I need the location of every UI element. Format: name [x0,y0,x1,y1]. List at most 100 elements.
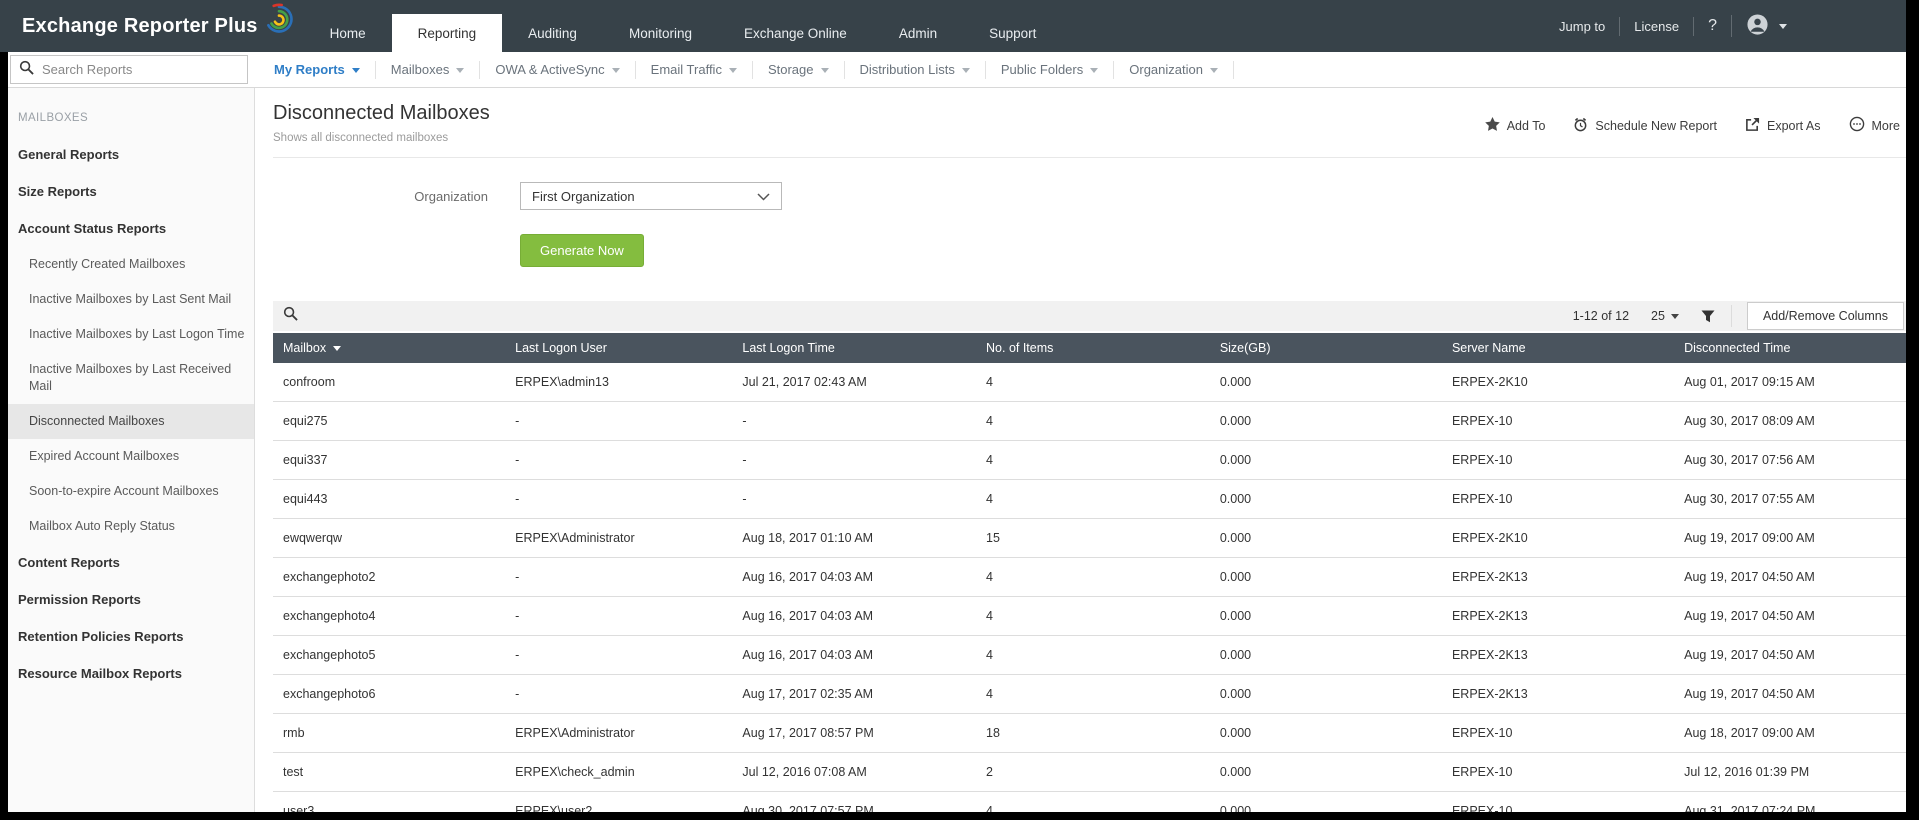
more-button[interactable]: More [1849,116,1900,135]
jump-to-link[interactable]: Jump to [1545,16,1621,36]
sidebar-item-inactive-mailboxes-by-last-sent-mail[interactable]: Inactive Mailboxes by Last Sent Mail [0,282,254,317]
organization-select[interactable]: First Organization [520,182,782,210]
sidebar-item-retention-policies-reports[interactable]: Retention Policies Reports [0,618,254,655]
table-body: confroom ERPEX\admin13 Jul 21, 2017 02:43 … [273,363,1908,820]
cell-size-gb: 0.000 [1209,752,1442,792]
tab-exchange-online[interactable]: Exchange Online [718,14,873,52]
star-icon [1484,117,1500,134]
report-header: Disconnected Mailboxes Shows all disconn… [273,88,1908,144]
subnav-item-public-folders[interactable]: Public Folders [986,60,1115,79]
cell-last-logon-user: - [505,596,733,636]
column-header-size-gb[interactable]: Size(GB) [1209,333,1442,363]
cell-disconnected-time: Jul 12, 2016 01:39 PM [1674,752,1908,792]
export-as-button[interactable]: Export As [1745,117,1821,135]
add-remove-columns-button[interactable]: Add/Remove Columns [1746,302,1904,330]
subnav-item-my-reports[interactable]: My Reports [259,60,376,79]
sidebar-item-inactive-mailboxes-by-last-logon-time[interactable]: Inactive Mailboxes by Last Logon Time [0,317,254,352]
sidebar-item-recently-created-mailboxes[interactable]: Recently Created Mailboxes [0,247,254,282]
cell-last-logon-user: - [505,401,733,441]
sidebar-item-permission-reports[interactable]: Permission Reports [0,581,254,618]
schedule-new-report-button[interactable]: Schedule New Report [1573,117,1717,135]
cell-last-logon-time: Jul 21, 2017 02:43 AM [732,363,977,402]
column-header-no-of-items[interactable]: No. of Items [976,333,1210,363]
page-subtitle: Shows all disconnected mailboxes [273,132,449,144]
cell-size-gb: 0.000 [1209,674,1442,714]
content-area: MAILBOXES General Reports Size Reports Acc… [0,88,1919,820]
subnav-item-distribution-lists[interactable]: Distribution Lists [845,60,986,79]
sidebar-item-account-status-reports[interactable]: Account Status Reports [0,210,254,247]
license-link[interactable]: License [1620,16,1695,36]
cell-no-of-items: 4 [976,596,1210,636]
add-to-button[interactable]: Add To [1484,117,1546,134]
tab-home[interactable]: Home [304,14,392,52]
user-menu[interactable] [1732,11,1801,41]
report-table-area: 1-12 of 12 25 Add/Remove Columns Mailbox… [273,301,1908,820]
subnav-item-label: OWA & ActiveSync [495,62,605,77]
filter-button[interactable] [1701,310,1715,323]
more-icon [1849,116,1865,135]
subnav-item-label: Storage [767,62,814,77]
cell-last-logon-time: - [732,440,977,480]
search-input[interactable] [42,62,239,77]
sidebar-item-content-reports[interactable]: Content Reports [0,544,254,581]
sidebar-item-inactive-mailboxes-by-last-received-mail[interactable]: Inactive Mailboxes by Last Received Mail [0,352,254,404]
sidebar-report-list: General Reports Size Reports Account Statu… [0,136,254,692]
report-actions: Add To Schedule New Report Export As More [1484,102,1908,135]
column-header-last-logon-user[interactable]: Last Logon User [505,333,733,363]
cell-mailbox: exchangephoto4 [273,596,506,636]
sidebar-item-general-reports[interactable]: General Reports [0,136,254,173]
table-search-icon[interactable] [283,306,298,326]
table-header-row: Mailbox Last Logon User Last Logon Time No.… [273,333,1908,363]
sidebar-item-mailbox-auto-reply-status[interactable]: Mailbox Auto Reply Status [0,509,254,544]
cell-mailbox: exchangephoto6 [273,674,506,714]
sidebar-item-expired-account-mailboxes[interactable]: Expired Account Mailboxes [0,439,254,474]
subnav-item-storage[interactable]: Storage [753,60,845,79]
screenshot-right-edge [1906,0,1919,820]
organization-label: Organization [414,188,488,204]
column-header-mailbox[interactable]: Mailbox [273,333,506,363]
cell-server-name: ERPEX-10 [1441,479,1675,519]
cell-mailbox: equi275 [273,401,506,441]
brand-logo: Exchange Reporter Plus [0,0,294,52]
toolbar-separator [1730,305,1732,327]
tab-admin[interactable]: Admin [873,14,963,52]
table-row: confroom ERPEX\admin13 Jul 21, 2017 02:43 … [273,363,1908,402]
cell-last-logon-time: - [732,401,977,441]
tab-monitoring[interactable]: Monitoring [603,14,718,52]
page-size-dropdown[interactable]: 25 [1651,309,1679,323]
sidebar-item-soon-to-expire-account-mailboxes[interactable]: Soon-to-expire Account Mailboxes [0,474,254,509]
cell-last-logon-time: Aug 16, 2017 04:03 AM [732,596,977,636]
help-icon[interactable]: ? [1694,15,1732,37]
cell-server-name: ERPEX-2K10 [1441,363,1675,402]
brand-swirl-icon [264,2,294,44]
cell-disconnected-time: Aug 01, 2017 09:15 AM [1674,363,1908,402]
alarm-clock-icon [1573,117,1588,135]
subnav-item-organization[interactable]: Organization [1114,60,1234,79]
table-toolbar: 1-12 of 12 25 Add/Remove Columns [273,301,1908,331]
subnav-item-label: My Reports [274,62,345,77]
subnav-item-mailboxes[interactable]: Mailboxes [376,60,481,79]
tab-reporting[interactable]: Reporting [391,14,503,52]
tab-auditing[interactable]: Auditing [502,14,603,52]
subnav-item-owa-activesync[interactable]: OWA & ActiveSync [480,60,636,79]
tab-support[interactable]: Support [963,14,1062,52]
table-row: equi443- -4 0.000 ERPEX-10 Aug 30, 2017 07:5… [273,479,1908,519]
column-header-server-name[interactable]: Server Name [1441,333,1675,363]
subnav-item-email-traffic[interactable]: Email Traffic [636,60,753,79]
search-reports-box[interactable] [10,55,248,84]
organization-filter-row: Organization First Organization [273,182,1908,210]
column-header-disconnected-time[interactable]: Disconnected Time [1674,333,1908,363]
sidebar-item-resource-mailbox-reports[interactable]: Resource Mailbox Reports [0,655,254,692]
generate-now-button[interactable]: Generate Now [520,234,644,267]
report-title-block: Disconnected Mailboxes Shows all disconn… [273,102,490,144]
cell-server-name: ERPEX-2K13 [1441,674,1675,714]
cell-disconnected-time: Aug 30, 2017 07:55 AM [1674,479,1908,519]
action-label: Add To [1506,118,1546,133]
cell-mailbox: rmb [273,713,506,753]
sidebar-search-area [0,55,255,84]
sidebar-item-disconnected-mailboxes[interactable]: Disconnected Mailboxes [0,404,254,439]
toolbar-right: 1-12 of 12 25 Add/Remove Columns [1573,302,1904,330]
subnav-item-label: Mailboxes [390,62,450,77]
column-header-last-logon-time[interactable]: Last Logon Time [732,333,977,363]
sidebar-item-size-reports[interactable]: Size Reports [0,173,254,210]
